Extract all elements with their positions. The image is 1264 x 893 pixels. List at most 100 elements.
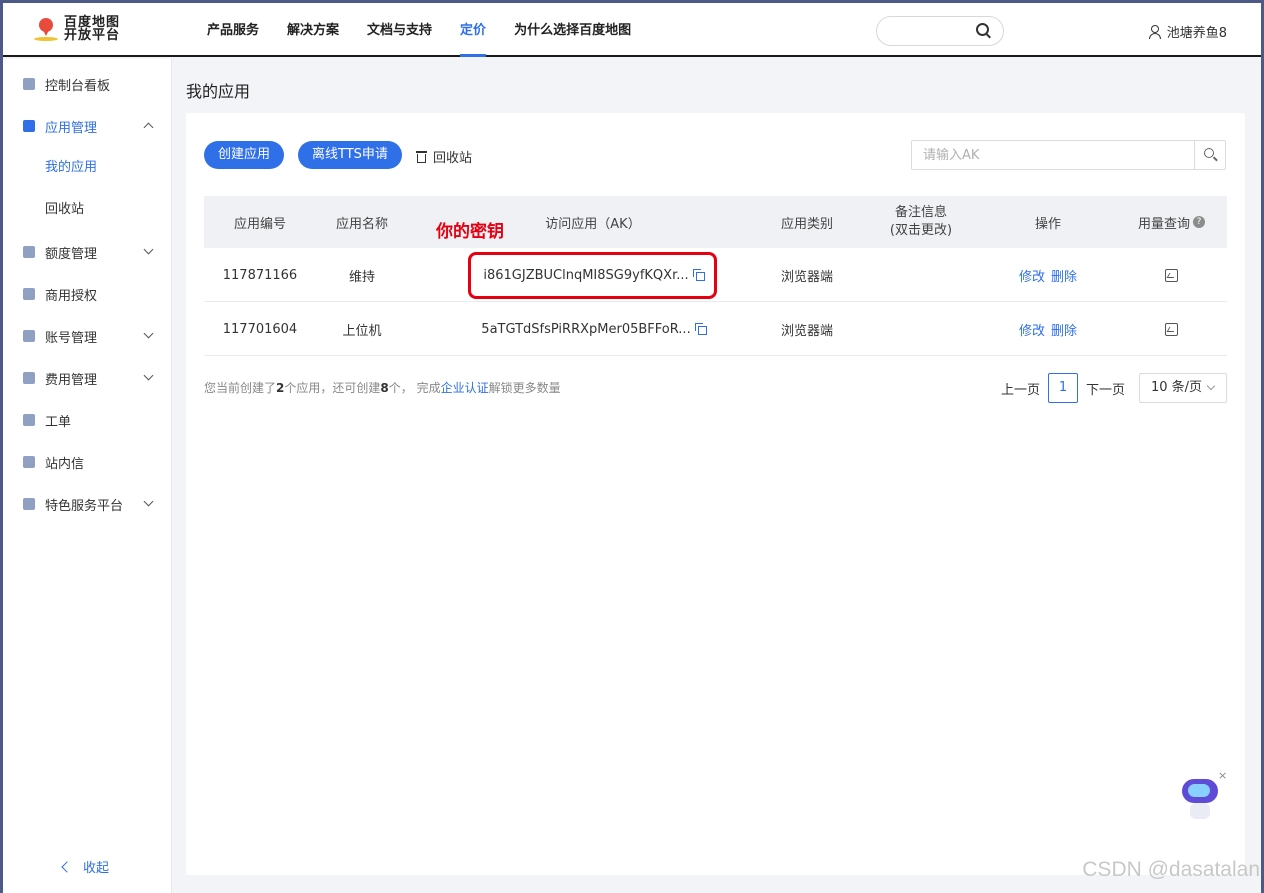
usage-chart-icon[interactable] bbox=[1165, 322, 1178, 336]
annotation-label: 你的密钥 bbox=[436, 222, 504, 242]
logo[interactable]: 百度地图 开放平台 bbox=[34, 16, 120, 42]
sidebar-item-billing[interactable]: 费用管理 bbox=[3, 357, 172, 399]
next-page-button[interactable]: 下一页 bbox=[1086, 379, 1125, 398]
col-header-note: 备注信息 (双击更改) bbox=[869, 196, 973, 248]
table-row: 117701604 上位机 5aTGTdSfsPiRRXpMer05BFFoR.… bbox=[204, 302, 1227, 356]
col-header-name: 应用名称 bbox=[335, 216, 388, 232]
cell-usage bbox=[1116, 248, 1227, 302]
col-header-type: 应用类别 bbox=[780, 216, 833, 232]
delete-link[interactable]: 删除 bbox=[1051, 266, 1077, 285]
logo-line-2: 开放平台 bbox=[64, 28, 121, 43]
edit-link[interactable]: 修改 bbox=[1019, 266, 1045, 285]
page-size-value: 10 条/页 bbox=[1151, 380, 1203, 395]
nav-solutions[interactable]: 解决方案 bbox=[287, 3, 339, 57]
cell-actions: 修改 删除 bbox=[1004, 248, 1092, 302]
ak-search-input[interactable] bbox=[912, 141, 1195, 169]
chevron-left-icon bbox=[61, 860, 73, 873]
nav-why-baidu[interactable]: 为什么选择百度地图 bbox=[514, 3, 631, 57]
trash-icon bbox=[416, 150, 427, 163]
top-navbar: 百度地图 开放平台 产品服务 解决方案 文档与支持 定价 为什么选择百度地图 池… bbox=[3, 3, 1261, 57]
sidebar-item-messages[interactable]: 站内信 bbox=[3, 441, 172, 483]
recycle-bin-label: 回收站 bbox=[433, 151, 473, 166]
user-icon bbox=[1148, 24, 1161, 39]
quota-text-2: 个应用，还可创建 bbox=[284, 381, 381, 395]
collapse-label: 收起 bbox=[83, 861, 110, 876]
quota-text-1: 您当前创建了 bbox=[204, 381, 277, 395]
nav-pricing[interactable]: 定价 bbox=[460, 3, 487, 57]
sidebar: 控制台看板 应用管理 我的应用 回收站 额度管理 商用授权 账号管理 费用管理 … bbox=[3, 59, 172, 893]
cell-app-id: 117701604 bbox=[222, 321, 298, 337]
cell-app-id: 117871166 bbox=[222, 267, 298, 283]
col-header-usage: 用量查询 ? bbox=[1116, 196, 1227, 248]
sidebar-collapse-button[interactable]: 收起 bbox=[61, 857, 110, 876]
sidebar-item-tickets[interactable]: 工单 bbox=[3, 399, 172, 441]
help-icon[interactable]: ? bbox=[1193, 216, 1205, 228]
col-header-note-line2: (双击更改) bbox=[889, 223, 953, 238]
page-size-select[interactable]: 10 条/页 bbox=[1139, 373, 1227, 403]
briefcase-icon bbox=[23, 288, 35, 300]
chevron-down-icon bbox=[143, 328, 154, 339]
quota-text-3: 个， 完成 bbox=[388, 381, 441, 395]
cell-app-type: 浏览器端 bbox=[780, 323, 833, 339]
chevron-down-icon bbox=[143, 496, 154, 507]
cube-icon bbox=[23, 498, 35, 510]
sidebar-item-commercial-license[interactable]: 商用授权 bbox=[3, 273, 172, 315]
chevron-down-icon bbox=[1206, 381, 1216, 391]
sidebar-item-label: 站内信 bbox=[45, 456, 85, 472]
user-menu[interactable]: 池塘养鱼8 bbox=[1148, 22, 1227, 41]
nav-products[interactable]: 产品服务 bbox=[207, 3, 259, 57]
delete-link[interactable]: 删除 bbox=[1051, 320, 1077, 339]
cell-app-name: 上位机 bbox=[342, 323, 382, 339]
sidebar-item-label: 工单 bbox=[45, 414, 72, 430]
sidebar-item-app-management[interactable]: 应用管理 bbox=[3, 105, 172, 147]
usage-chart-icon[interactable] bbox=[1165, 268, 1178, 282]
ak-search bbox=[911, 140, 1226, 170]
assistant-robot-icon[interactable]: × bbox=[1180, 769, 1227, 825]
sidebar-item-label: 额度管理 bbox=[45, 246, 98, 262]
chevron-down-icon bbox=[143, 370, 154, 381]
header-search[interactable] bbox=[876, 16, 1004, 46]
apps-icon bbox=[23, 120, 35, 132]
cell-ak: 5aTGTdSfsPiRRXpMer05BFFoR... bbox=[458, 302, 730, 356]
recycle-bin-link[interactable]: 回收站 bbox=[416, 147, 472, 166]
apps-card: 创建应用 离线TTS申请 回收站 应用编号 应用名称 访问应用（AK） 应用类别… bbox=[186, 113, 1245, 875]
sidebar-item-label: 账号管理 bbox=[45, 330, 98, 346]
cell-actions: 修改 删除 bbox=[1004, 302, 1092, 356]
copy-icon[interactable] bbox=[694, 323, 707, 335]
create-app-button[interactable]: 创建应用 bbox=[204, 141, 285, 169]
ticket-icon bbox=[23, 414, 35, 426]
dashboard-icon bbox=[23, 78, 35, 90]
main-nav: 产品服务 解决方案 文档与支持 定价 为什么选择百度地图 bbox=[207, 3, 659, 57]
page-number[interactable]: 1 bbox=[1047, 373, 1078, 403]
col-header-actions: 操作 bbox=[1034, 216, 1061, 232]
enterprise-verify-link[interactable]: 企业认证 bbox=[441, 381, 489, 395]
cell-app-type: 浏览器端 bbox=[780, 269, 833, 285]
sidebar-subitem-recycle-bin[interactable]: 回收站 bbox=[3, 189, 172, 231]
edit-link[interactable]: 修改 bbox=[1019, 320, 1045, 339]
nav-docs[interactable]: 文档与支持 bbox=[367, 3, 432, 57]
col-header-id: 应用编号 bbox=[233, 216, 286, 232]
sidebar-item-account[interactable]: 账号管理 bbox=[3, 315, 172, 357]
sidebar-subitem-my-apps[interactable]: 我的应用 bbox=[3, 147, 172, 189]
sidebar-item-quota[interactable]: 额度管理 bbox=[3, 231, 172, 273]
logo-text: 百度地图 开放平台 bbox=[64, 16, 120, 42]
sidebar-item-label: 应用管理 bbox=[45, 120, 98, 136]
col-header-usage-label: 用量查询 bbox=[1137, 216, 1190, 232]
billing-icon bbox=[23, 372, 35, 384]
table-header: 应用编号 应用名称 访问应用（AK） 应用类别 备注信息 (双击更改) 操作 用… bbox=[204, 196, 1227, 248]
sidebar-item-dashboard[interactable]: 控制台看板 bbox=[3, 63, 172, 105]
ak-search-button[interactable] bbox=[1194, 141, 1225, 169]
ak-value: 5aTGTdSfsPiRRXpMer05BFFoR... bbox=[481, 321, 691, 337]
quota-summary: 您当前创建了2个应用，还可创建8个， 完成企业认证解锁更多数量 bbox=[204, 379, 561, 396]
sidebar-item-label: 控制台看板 bbox=[45, 78, 111, 94]
gear-icon bbox=[23, 330, 35, 342]
map-pin-icon bbox=[34, 18, 58, 41]
offline-tts-button[interactable]: 离线TTS申请 bbox=[298, 141, 402, 169]
prev-page-button[interactable]: 上一页 bbox=[1001, 379, 1040, 398]
chevron-down-icon bbox=[143, 244, 154, 255]
annotation-highlight-box bbox=[468, 252, 717, 299]
pagination: 上一页 1 下一页 10 条/页 bbox=[1001, 373, 1227, 403]
close-icon[interactable]: × bbox=[1218, 769, 1227, 782]
watermark: CSDN @dasatalan bbox=[1082, 858, 1260, 881]
sidebar-item-featured-services[interactable]: 特色服务平台 bbox=[3, 483, 172, 525]
